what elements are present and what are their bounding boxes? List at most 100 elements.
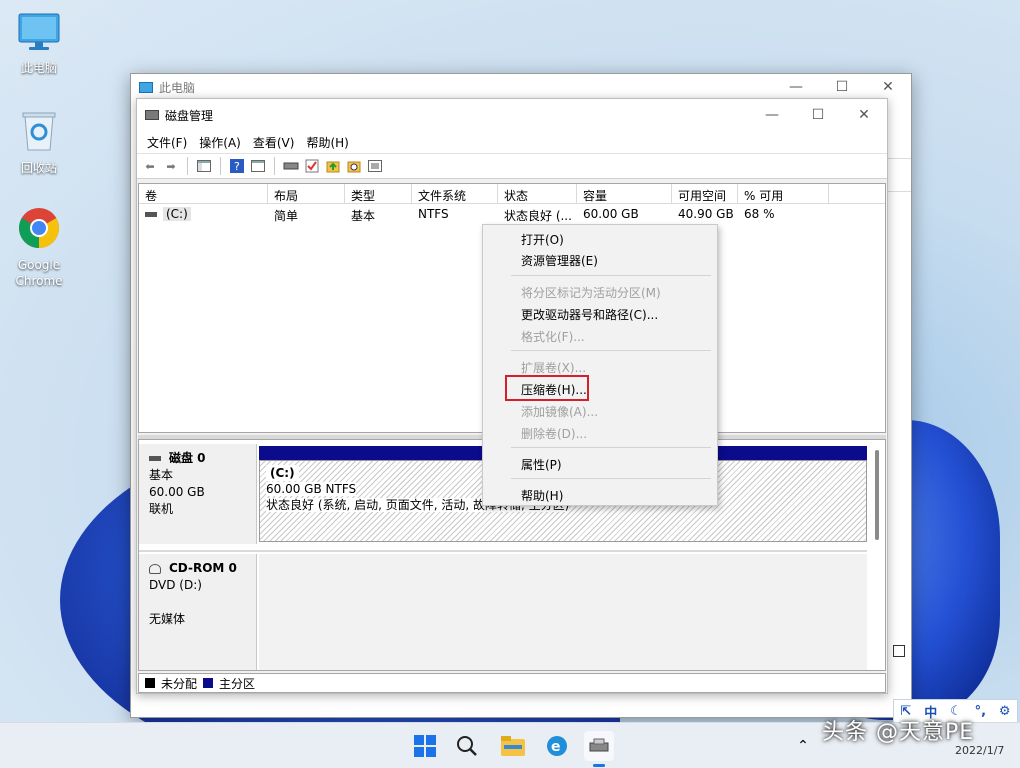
col-status[interactable]: 状态 — [498, 184, 577, 203]
partition-label: (C:) — [266, 465, 299, 481]
minimize-button[interactable]: — — [773, 79, 819, 95]
legend-primary: 主分区 — [219, 676, 256, 691]
menu-item-add-mirror: 添加镜像(A)... — [521, 405, 599, 419]
menu-separator — [511, 275, 711, 276]
cdrom0-drive: DVD (D:) — [149, 578, 202, 592]
context-menu: 打开(O) 资源管理器(E) 将分区标记为活动分区(M) 更改驱动器号和路径(C… — [482, 224, 718, 506]
svg-text:e: e — [551, 739, 561, 755]
disk0-kind: 基本 — [149, 468, 174, 482]
outer-scroll-box[interactable] — [893, 645, 905, 657]
tray-date[interactable]: 2022/1/7 — [955, 744, 1004, 757]
file-explorer-icon[interactable] — [498, 731, 528, 761]
menu-item-help[interactable]: 帮助(H) — [521, 487, 563, 504]
close-button[interactable]: ✕ — [865, 79, 911, 95]
monitor-icon — [3, 12, 75, 55]
list-view-icon[interactable] — [366, 157, 384, 175]
disk-mgmt-icon — [145, 110, 159, 120]
menu-separator — [511, 447, 711, 448]
col-volume[interactable]: 卷 — [139, 184, 268, 203]
up-folder-icon[interactable] — [324, 157, 342, 175]
active-indicator — [593, 764, 605, 767]
disk0-label[interactable]: 磁盘 0 基本 60.00 GB 联机 — [139, 444, 257, 544]
menu-item-format: 格式化(F)... — [521, 330, 585, 344]
cell-volume: (C:) — [163, 207, 191, 221]
col-layout[interactable]: 布局 — [268, 184, 345, 203]
cell-percent-free: 68 % — [744, 207, 775, 221]
punctuation-icon[interactable]: °, — [975, 704, 986, 719]
drive-icon — [149, 456, 161, 461]
close-button[interactable]: ✕ — [841, 107, 887, 123]
maximize-button[interactable]: ☐ — [795, 107, 841, 123]
disk-management-taskbar-icon[interactable] — [584, 731, 614, 761]
desktop-icon-this-pc[interactable]: 此电脑 — [3, 12, 75, 76]
monitor-icon — [139, 81, 153, 93]
cd-icon — [149, 563, 161, 574]
properties-icon[interactable] — [249, 157, 267, 175]
legend-unallocated: 未分配 — [161, 676, 198, 691]
cdrom0-label[interactable]: CD-ROM 0 DVD (D:) 无媒体 — [139, 554, 257, 670]
connect-icon[interactable] — [282, 157, 300, 175]
col-percent-free[interactable]: % 可用 — [738, 184, 829, 203]
menu-help[interactable]: 帮助(H) — [302, 134, 352, 151]
chevron-up-icon[interactable]: ⌃ — [788, 731, 818, 761]
col-type[interactable]: 类型 — [345, 184, 412, 203]
outer-titlebar: 此电脑 — ☐ ✕ — [131, 74, 911, 100]
inner-titlebar: 磁盘管理 — ☐ ✕ — [137, 99, 887, 131]
cdrom0-area[interactable] — [259, 554, 867, 670]
menu-item-explorer[interactable]: 资源管理器(E) — [521, 252, 598, 269]
outer-right-panel — [885, 158, 911, 192]
cell-layout: 简单 — [274, 209, 299, 223]
svg-text:?: ? — [234, 160, 240, 173]
menu-separator — [511, 478, 711, 479]
desktop-icon-label: 此电脑 — [20, 61, 57, 75]
col-capacity[interactable]: 容量 — [577, 184, 672, 203]
cell-capacity: 60.00 GB — [583, 207, 639, 221]
desktop-icon-label: Google Chrome — [15, 258, 63, 288]
search-folder-icon[interactable] — [345, 157, 363, 175]
volume-list-header: 卷 布局 类型 文件系统 状态 容量 可用空间 % 可用 — [139, 184, 885, 204]
unallocated-swatch — [145, 678, 155, 688]
edge-browser-icon[interactable]: e — [542, 731, 572, 761]
menu-bar: 文件(F) 操作(A) 查看(V) 帮助(H) — [137, 131, 887, 153]
search-icon[interactable] — [452, 731, 482, 761]
outer-window-title: 此电脑 — [159, 80, 196, 95]
vertical-scrollbar[interactable] — [875, 450, 879, 540]
maximize-button[interactable]: ☐ — [819, 79, 865, 95]
toolbar-separator — [220, 157, 221, 175]
desktop-icon-chrome[interactable]: Google Chrome — [3, 206, 75, 289]
menu-item-open[interactable]: 打开(O) — [521, 231, 564, 248]
table-row[interactable]: (C:) 简单 基本 NTFS 状态良好 (... 60.00 GB 40.90… — [139, 204, 885, 224]
console-tree-icon[interactable] — [195, 157, 213, 175]
minimize-button[interactable]: — — [749, 107, 795, 123]
cell-status: 状态良好 (... — [504, 209, 572, 223]
menu-file[interactable]: 文件(F) — [143, 134, 191, 151]
start-windows-icon[interactable] — [410, 731, 440, 761]
forward-arrow-icon[interactable]: ➡ — [162, 157, 180, 175]
toolbar-separator — [187, 157, 188, 175]
toolbar: ⬅ ➡ ? — [137, 153, 887, 179]
cdrom0-name: CD-ROM 0 — [169, 561, 237, 575]
cell-type: 基本 — [351, 209, 376, 223]
disk0-name: 磁盘 0 — [169, 451, 206, 465]
desktop-icon-recycle-bin[interactable]: 回收站 — [3, 110, 75, 176]
checklist-icon[interactable] — [303, 157, 321, 175]
menu-item-mark-active: 将分区标记为活动分区(M) — [521, 286, 661, 300]
watermark-text: 头条 @天意PE — [822, 720, 975, 745]
menu-action[interactable]: 操作(A) — [195, 134, 245, 151]
settings-gear-icon[interactable]: ⚙ — [999, 704, 1011, 719]
pane-divider — [139, 550, 867, 552]
col-filesystem[interactable]: 文件系统 — [412, 184, 498, 203]
menu-item-properties[interactable]: 属性(P) — [521, 456, 562, 473]
cdrom0-media: 无媒体 — [149, 612, 186, 626]
partition-size: 60.00 GB NTFS — [266, 482, 357, 496]
recycle-bin-icon — [3, 110, 75, 155]
menu-item-change-drive-letter[interactable]: 更改驱动器号和路径(C)... — [521, 306, 658, 323]
chrome-icon — [3, 206, 75, 253]
menu-view[interactable]: 查看(V) — [249, 134, 299, 151]
disk0-state: 联机 — [149, 502, 174, 516]
cell-free-space: 40.90 GB — [678, 207, 734, 221]
col-free-space[interactable]: 可用空间 — [672, 184, 738, 203]
desktop-icon-label: 回收站 — [20, 161, 57, 175]
help-icon[interactable]: ? — [228, 157, 246, 175]
back-arrow-icon[interactable]: ⬅ — [141, 157, 159, 175]
